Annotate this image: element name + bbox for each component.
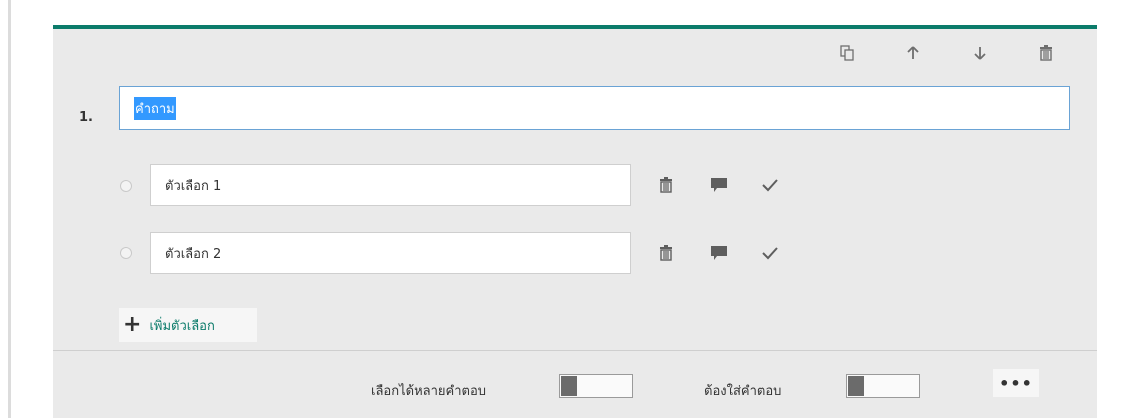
- question-title-input[interactable]: คำถาม: [119, 86, 1070, 130]
- option-radio[interactable]: [120, 180, 132, 192]
- arrow-down-icon[interactable]: [970, 43, 990, 63]
- arrow-up-icon[interactable]: [903, 43, 923, 63]
- required-label: ต้องใส่คำตอบ: [704, 384, 782, 399]
- option-input[interactable]: ตัวเลือก 1: [150, 164, 631, 206]
- toggle-knob: [561, 376, 577, 396]
- required-toggle[interactable]: [846, 374, 920, 398]
- left-rule: [0, 0, 11, 418]
- add-option-label: เพิ่มตัวเลือก: [149, 318, 215, 334]
- comment-icon[interactable]: [709, 243, 729, 263]
- multiple-answers-label: เลือกได้หลายคำตอบ: [371, 384, 487, 399]
- multiple-answers-toggle[interactable]: [559, 374, 633, 398]
- copy-icon[interactable]: [837, 43, 857, 63]
- trash-icon[interactable]: [1036, 43, 1056, 63]
- plus-icon: +: [123, 312, 142, 337]
- option-radio[interactable]: [120, 247, 132, 259]
- question-number: 1.: [79, 110, 93, 125]
- option-input[interactable]: ตัวเลือก 2: [150, 232, 631, 274]
- toggle-knob: [848, 376, 864, 396]
- footer-divider: [53, 350, 1097, 351]
- add-option-button[interactable]: + เพิ่มตัวเลือก: [119, 308, 257, 342]
- trash-icon[interactable]: [656, 243, 676, 263]
- check-icon[interactable]: [760, 175, 780, 195]
- check-icon[interactable]: [760, 243, 780, 263]
- more-options-button[interactable]: •••: [993, 369, 1039, 397]
- question-card: 1. คำถาม ตัวเลือก 1 ตัวเลือก 2 + เพิ่มตั…: [53, 25, 1097, 418]
- comment-icon[interactable]: [709, 175, 729, 195]
- trash-icon[interactable]: [656, 175, 676, 195]
- question-title-text: คำถาม: [134, 96, 176, 120]
